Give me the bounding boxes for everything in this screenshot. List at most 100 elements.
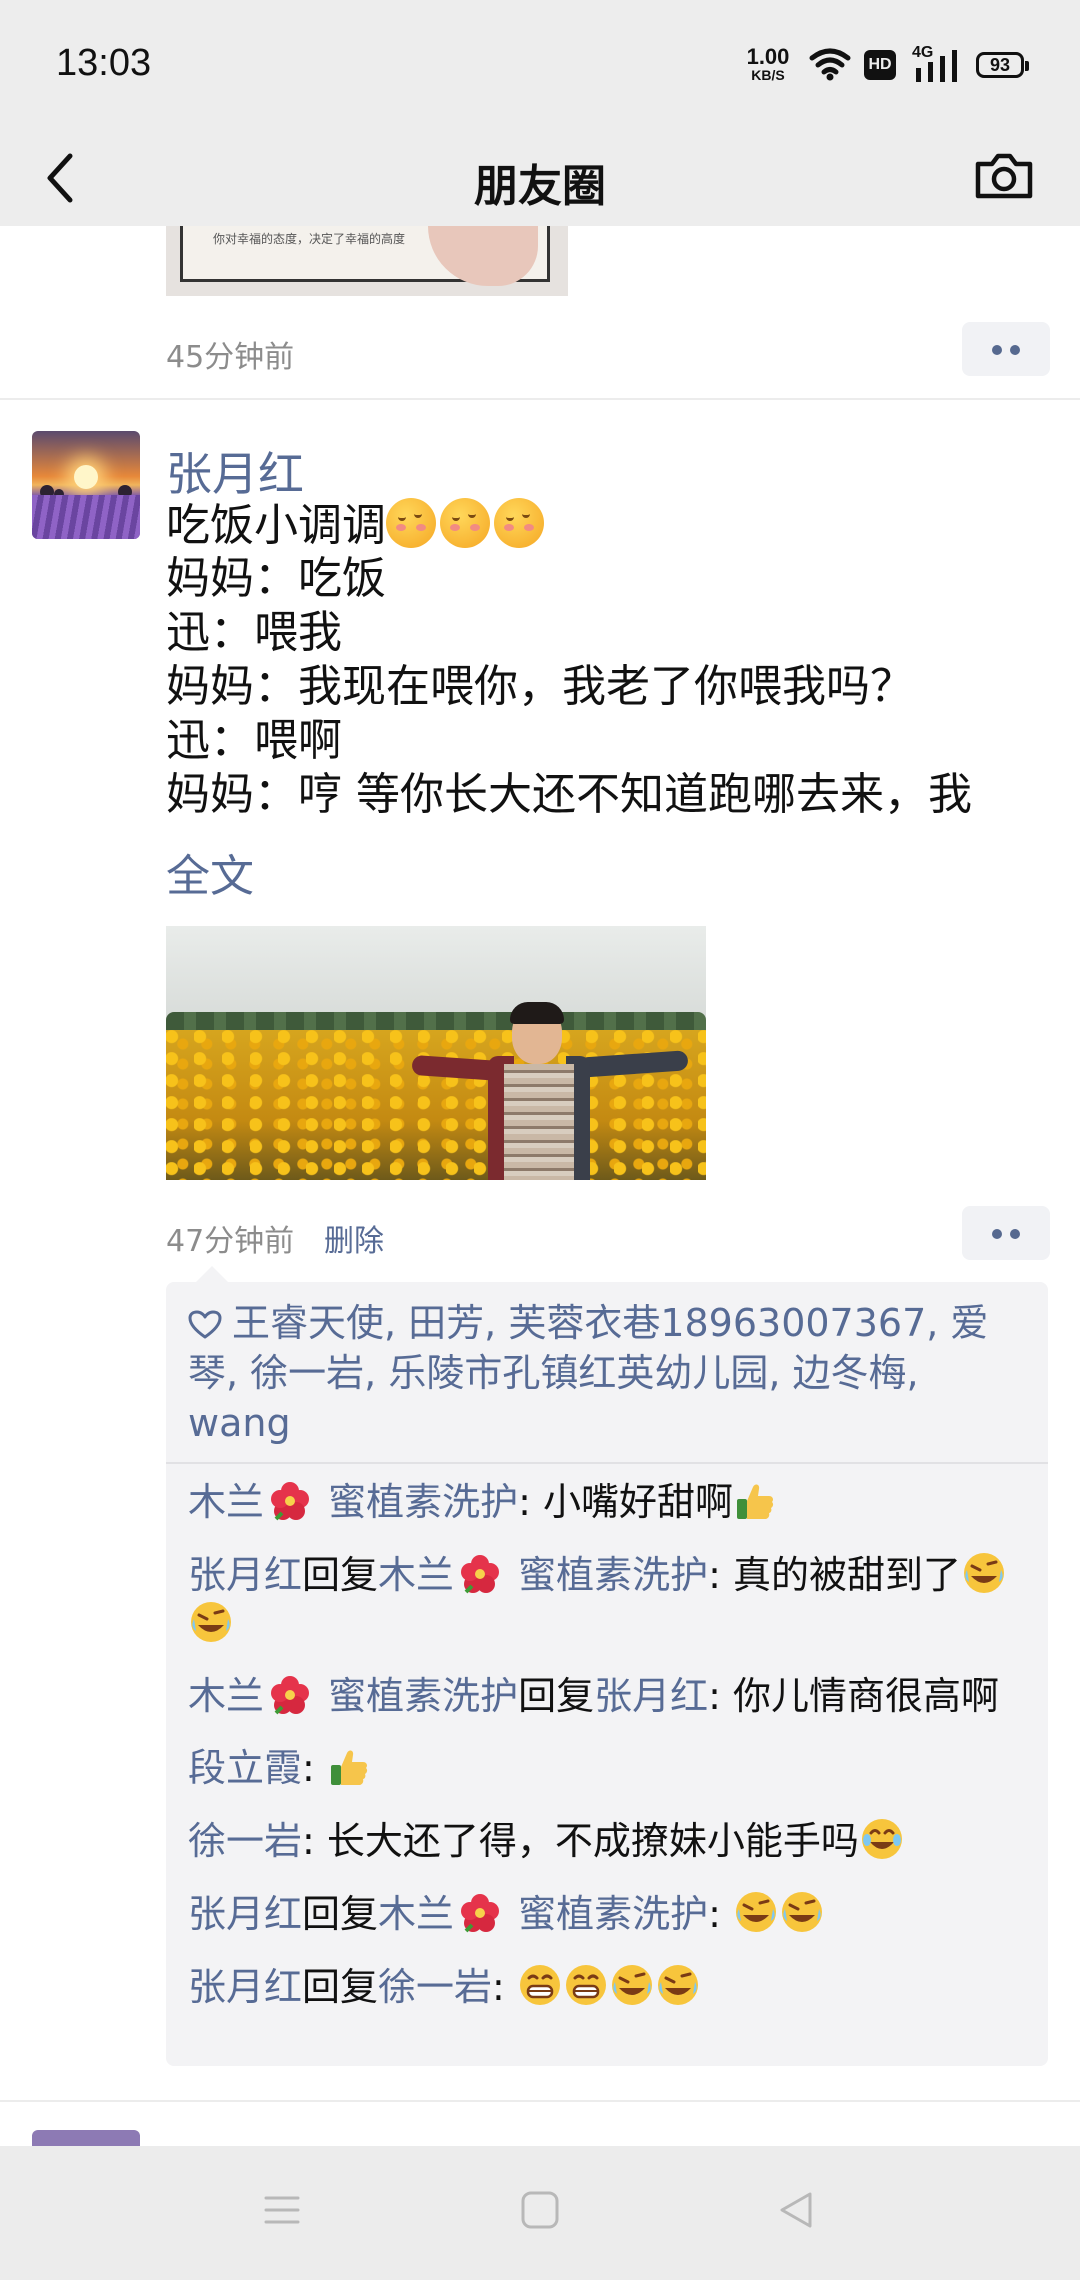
comments-list: 木兰 蜜植素洗护: 小嘴好甜啊 张月红回复木兰 蜜植素洗护: 真的被甜到了 木兰… <box>188 1478 1028 2035</box>
previous-post-image-caption: 你对幸福的态度，决定了幸福的高度 <box>213 232 406 246</box>
comment-author-suffix: 蜜植素洗护 <box>316 1480 519 1524</box>
comment-reply-word: 回复 <box>518 1674 595 1718</box>
full-text-link[interactable]: 全文 <box>166 840 254 904</box>
previous-post-image[interactable]: 你对幸福的态度，决定了幸福的高度 <box>166 226 568 296</box>
post-divider <box>0 398 1080 400</box>
rolling-laugh-emoji <box>964 1553 1005 1593</box>
hibiscus-emoji <box>271 1482 310 1521</box>
post-text-line-content: 吃饭小调调 <box>166 500 386 551</box>
rolling-laugh-emoji <box>611 1965 652 2005</box>
blush-face-emoji <box>440 498 490 548</box>
more-dot <box>1010 345 1020 355</box>
comment-item[interactable]: 张月红回复木兰 蜜植素洗护: <box>188 1889 1028 1938</box>
thumbs-up-emoji <box>330 1750 367 1785</box>
post-text-line: 妈妈：吃饭 <box>166 553 386 604</box>
camera-icon[interactable] <box>972 140 1036 210</box>
menu-icon[interactable] <box>262 2190 302 2230</box>
comment-reply-target-suffix: 蜜植素洗护 <box>506 1553 709 1597</box>
comment-item[interactable]: 木兰 蜜植素洗护: 小嘴好甜啊 <box>188 1478 1028 1526</box>
comment-author-suffix: 蜜植素洗护 <box>316 1674 519 1718</box>
comment-text: : 长大还了得，不成撩妹小能手吗 <box>302 1819 859 1863</box>
comment-author-name[interactable]: 张月红 <box>188 1892 302 1936</box>
rolling-laugh-emoji <box>657 1965 698 2005</box>
tears-of-joy-emoji <box>861 1819 902 1859</box>
photo-sky <box>166 926 706 1026</box>
likes-list[interactable]: 王睿天使, 田芳, 芙蓉衣巷18963007367, 爱琴, 徐一岩, 乐陵市孔… <box>188 1298 1028 1448</box>
comment-item[interactable]: 徐一岩: 长大还了得，不成撩妹小能手吗 <box>188 1816 1028 1865</box>
rolling-laugh-emoji <box>736 1892 777 1932</box>
post-photo[interactable] <box>166 926 706 1180</box>
more-dot <box>992 345 1002 355</box>
likes-names: 王睿天使, 田芳, 芙蓉衣巷18963007367, 爱琴, 徐一岩, 乐陵市孔… <box>188 1301 989 1445</box>
signal-icon <box>916 50 957 82</box>
post-text: 吃饭小调调 妈妈：吃饭 迅：喂我 妈妈：我现在喂你，我老了你喂我吗？ 迅：喂啊 … <box>166 498 1046 822</box>
grin-emoji <box>519 1965 560 2005</box>
photo-flower-field <box>166 1030 706 1180</box>
comment-reply-target-name: 木兰 <box>378 1892 455 1936</box>
post-text-line: 迅：喂我 <box>166 607 342 658</box>
comment-text: : 小嘴好甜啊 <box>518 1480 733 1524</box>
comment-author-name: 木兰 <box>188 1480 265 1524</box>
comment-author[interactable]: 木兰 蜜植素洗护 <box>188 1674 518 1718</box>
previous-post-time: 45分钟前 <box>166 340 295 375</box>
rolling-laugh-emoji <box>191 1602 231 1642</box>
network-speed-value: 1.00 <box>746 44 790 69</box>
battery-indicator: 93 <box>976 52 1029 78</box>
status-bar: 13:03 1.00 KB/S HD 4G 93 <box>0 0 1080 130</box>
comment-text: : <box>708 1892 734 1936</box>
comment-reply-target[interactable]: 木兰 蜜植素洗护 <box>378 1892 708 1936</box>
comment-text: : <box>492 1965 517 2009</box>
likes-comments-panel: 王睿天使, 田芳, 芙蓉衣巷18963007367, 爱琴, 徐一岩, 乐陵市孔… <box>166 1266 1048 2066</box>
comment-author-name[interactable]: 段立霞 <box>188 1746 302 1790</box>
hibiscus-emoji <box>461 1894 500 1933</box>
network-speed-unit: KB/S <box>751 67 785 83</box>
network-speed: 1.00 KB/S <box>740 44 796 83</box>
photo-child-hair <box>510 1002 564 1024</box>
likes-comments-divider <box>166 1462 1048 1464</box>
comment-item[interactable]: 段立霞: <box>188 1744 1028 1792</box>
comment-item[interactable]: 张月红回复徐一岩: <box>188 1962 1028 2011</box>
post-text-line: 妈妈：哼 等你长大还不知道跑哪去来，我 <box>166 769 972 820</box>
blush-face-emoji <box>494 498 544 548</box>
comment-reply-word: 回复 <box>302 1965 379 2009</box>
avatar-lavender-field <box>32 495 140 539</box>
comment-author[interactable]: 木兰 蜜植素洗护 <box>188 1480 518 1524</box>
comment-author-name[interactable]: 张月红 <box>188 1553 302 1597</box>
thumbs-up-emoji <box>737 1484 774 1519</box>
hibiscus-emoji <box>461 1555 500 1594</box>
more-dot <box>1010 1229 1020 1239</box>
home-square-icon[interactable] <box>520 2190 560 2230</box>
previous-post-more-button[interactable] <box>962 322 1050 376</box>
post-author-name[interactable]: 张月红 <box>166 438 304 504</box>
blush-face-emoji <box>386 498 436 548</box>
comment-reply-target[interactable]: 木兰 蜜植素洗护 <box>378 1553 708 1597</box>
comment-text: : <box>302 1746 327 1790</box>
comment-item[interactable]: 张月红回复木兰 蜜植素洗护: 真的被甜到了 <box>188 1550 1028 1648</box>
author-avatar[interactable] <box>32 431 140 539</box>
comment-reply-target-name[interactable]: 张月红 <box>594 1674 708 1718</box>
post-time: 47分钟前 <box>166 1224 295 1259</box>
status-time: 13:03 <box>56 42 152 84</box>
delete-post-link[interactable]: 删除 <box>324 1216 384 1260</box>
comment-reply-word: 回复 <box>302 1892 379 1936</box>
comment-reply-target-name[interactable]: 徐一岩 <box>378 1965 492 2009</box>
more-dot <box>992 1229 1002 1239</box>
system-navigation-bar <box>0 2146 1080 2280</box>
post-text-line: 迅：喂啊 <box>166 715 342 766</box>
hibiscus-emoji <box>271 1676 310 1715</box>
avatar-sun <box>74 465 98 489</box>
back-triangle-icon[interactable] <box>776 2190 816 2230</box>
hd-icon: HD <box>864 50 896 80</box>
comment-reply-word: 回复 <box>302 1553 379 1597</box>
post-divider <box>0 2100 1080 2102</box>
wifi-icon <box>809 48 851 81</box>
post-text-line: 妈妈：我现在喂你，我老了你喂我吗？ <box>166 661 914 712</box>
comment-text: : 你儿情商很高啊 <box>708 1674 1000 1718</box>
post-more-button[interactable] <box>962 1206 1050 1260</box>
comment-item[interactable]: 木兰 蜜植素洗护回复张月红: 你儿情商很高啊 <box>188 1672 1028 1720</box>
comment-author-name[interactable]: 徐一岩 <box>188 1819 302 1863</box>
heart-outline-icon <box>188 1310 222 1339</box>
comment-text: : 真的被甜到了 <box>708 1553 962 1597</box>
comment-reply-target-suffix: 蜜植素洗护 <box>506 1892 709 1936</box>
comment-author-name[interactable]: 张月红 <box>188 1965 302 2009</box>
